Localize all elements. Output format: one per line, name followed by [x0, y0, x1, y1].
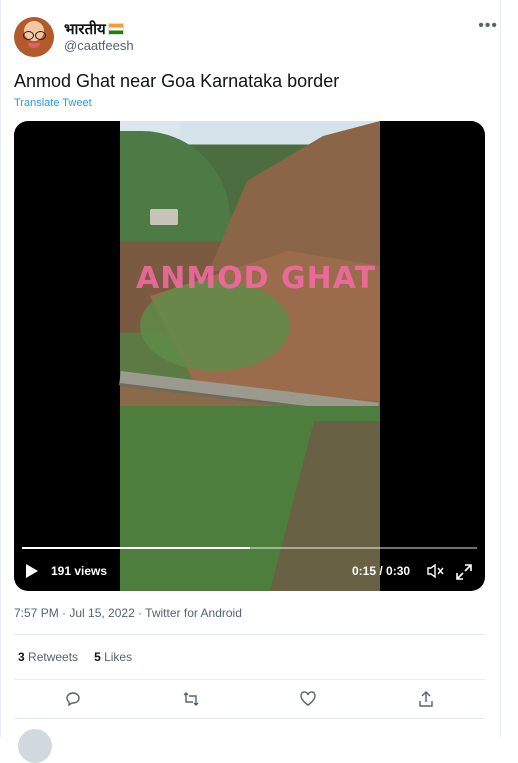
like-icon[interactable]	[299, 690, 317, 708]
retweets-stat[interactable]: 3 Retweets	[18, 650, 78, 664]
tweet-stats: 3 Retweets 5 Likes	[18, 650, 132, 664]
divider	[14, 718, 485, 719]
tweet-text: Anmod Ghat near Goa Karnataka border	[14, 71, 340, 91]
left-border	[0, 0, 1, 737]
glasses-decoration	[23, 31, 46, 40]
progress-bar[interactable]	[22, 547, 477, 549]
video-watermark: ANMOD GHAT	[136, 261, 377, 296]
mouth-decoration	[28, 43, 40, 48]
share-icon[interactable]	[417, 690, 435, 708]
india-flag-icon	[107, 23, 124, 35]
tweet-timestamp[interactable]: 7:57 PM · Jul 15, 2022 · Twitter for And…	[14, 606, 242, 620]
video-frame: ANMOD GHAT	[119, 121, 380, 591]
author-display-name: भारतीय	[64, 21, 106, 38]
avatar[interactable]	[14, 17, 54, 57]
right-border	[500, 0, 501, 737]
tweet-actions	[14, 690, 485, 708]
author-handle[interactable]: @caatfeesh	[64, 38, 134, 53]
likes-stat[interactable]: 5 Likes	[94, 650, 132, 664]
play-icon[interactable]	[26, 564, 38, 578]
view-count: 191 views	[51, 564, 108, 578]
reply-icon[interactable]	[64, 690, 82, 708]
mute-icon[interactable]	[426, 563, 444, 579]
video-player[interactable]: ANMOD GHAT 191 views 0:15 / 0:30	[14, 121, 485, 591]
retweet-icon[interactable]	[182, 690, 200, 708]
divider	[14, 634, 485, 635]
progress-fill	[22, 547, 250, 549]
fullscreen-icon[interactable]	[455, 563, 473, 581]
divider	[14, 679, 485, 680]
video-time: 0:15 / 0:30	[352, 564, 411, 578]
more-options-icon[interactable]: •••	[478, 17, 498, 35]
reply-avatar[interactable]	[18, 729, 52, 763]
translate-tweet-link[interactable]: Translate Tweet	[14, 97, 92, 109]
author-name[interactable]: भारतीय	[64, 19, 124, 39]
